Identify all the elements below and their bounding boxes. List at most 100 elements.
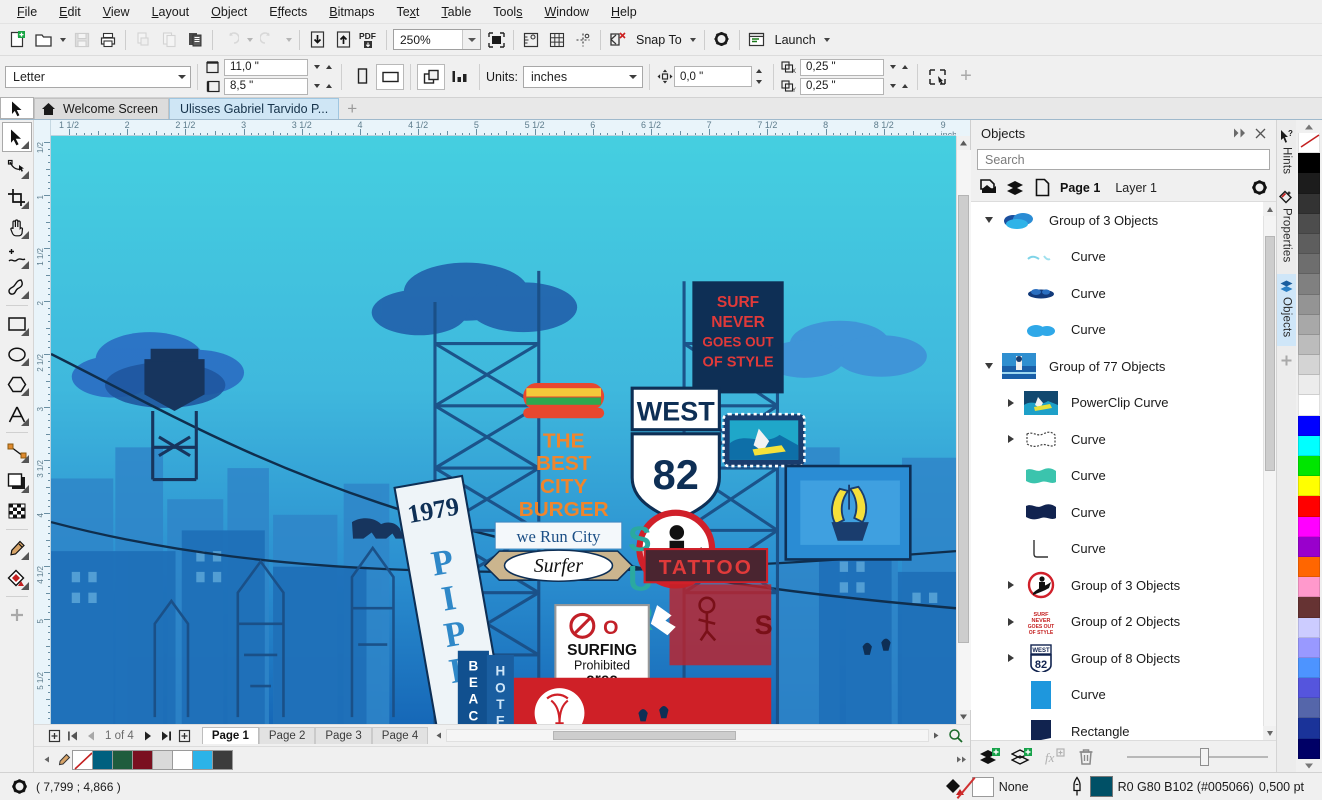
fill-none-swatch[interactable]: [972, 777, 994, 797]
object-list-item[interactable]: Curve: [971, 677, 1263, 714]
object-scroll-thumb[interactable]: [1265, 236, 1275, 471]
show-rulers-icon[interactable]: [518, 27, 544, 53]
side-tab-objects[interactable]: Objects: [1277, 274, 1297, 346]
vertical-scrollbar[interactable]: [956, 136, 970, 724]
search-box[interactable]: [977, 149, 1270, 170]
last-page-button[interactable]: [158, 727, 175, 744]
menu-bitmaps[interactable]: Bitmaps: [318, 2, 385, 22]
layer-opacity-slider[interactable]: [1127, 746, 1268, 768]
units-combo[interactable]: inches: [523, 66, 643, 88]
vertical-ruler[interactable]: 1/211 1/222 1/233 1/244 1/255 1/2: [34, 136, 51, 724]
ruler-corner[interactable]: [34, 120, 51, 136]
import-icon[interactable]: [304, 27, 330, 53]
palette-swatch[interactable]: [1298, 254, 1320, 274]
pan-tool[interactable]: [2, 212, 32, 242]
document-palette-swatch[interactable]: [112, 750, 133, 770]
launch-label[interactable]: Launch: [770, 33, 821, 47]
duplicate-x-spinner[interactable]: [887, 60, 911, 75]
copy-icon[interactable]: [156, 27, 182, 53]
page-size-combo[interactable]: Letter: [5, 66, 191, 88]
page-width-spinner[interactable]: [311, 60, 335, 75]
redo-icon[interactable]: [256, 27, 282, 53]
tab-welcome-screen[interactable]: Welcome Screen: [34, 98, 169, 119]
collapse-triangle-icon[interactable]: [979, 356, 999, 376]
undo-dropdown-caret[interactable]: [243, 27, 256, 53]
palette-swatch[interactable]: [1298, 496, 1320, 516]
document-palette-swatch[interactable]: [212, 750, 233, 770]
page-height-spinner[interactable]: [311, 79, 335, 94]
freehand-tool[interactable]: [2, 242, 32, 272]
status-options-gear-icon[interactable]: [8, 776, 30, 798]
palette-down-arrow[interactable]: [1296, 759, 1322, 772]
delete-icon[interactable]: [1075, 746, 1097, 768]
expand-triangle-icon[interactable]: [1001, 612, 1021, 632]
hscroll-track[interactable]: [446, 729, 929, 742]
palette-swatch[interactable]: [1298, 618, 1320, 638]
polygon-tool[interactable]: [2, 369, 32, 399]
palette-swatch[interactable]: [1298, 335, 1320, 355]
document-palette-swatch[interactable]: [132, 750, 153, 770]
nudge-field[interactable]: 0,0 ": [674, 66, 752, 87]
expand-triangle-icon[interactable]: [1001, 648, 1021, 668]
hscroll-thumb[interactable]: [553, 731, 736, 740]
ellipse-tool[interactable]: [2, 339, 32, 369]
palette-swatch[interactable]: [1298, 153, 1320, 173]
palette-eyedropper-icon[interactable]: [55, 751, 72, 768]
document-palette-swatch[interactable]: [72, 750, 93, 770]
object-list-item[interactable]: Group of 3 Objects: [971, 202, 1263, 239]
slider-knob[interactable]: [1200, 748, 1209, 766]
collapse-docker-icon[interactable]: [1230, 123, 1250, 143]
new-layer-icon[interactable]: [979, 746, 1001, 768]
palette-swatch[interactable]: [1298, 658, 1320, 678]
menu-table[interactable]: Table: [430, 2, 482, 22]
palette-color-list[interactable]: [1298, 133, 1320, 759]
palette-swatch[interactable]: [1298, 739, 1320, 759]
palette-swatches[interactable]: [72, 750, 232, 770]
duplicate-y-spinner[interactable]: [887, 79, 911, 94]
collapse-triangle-icon[interactable]: [979, 210, 999, 230]
save-icon[interactable]: [69, 27, 95, 53]
scroll-right-button[interactable]: [929, 729, 943, 743]
palette-swatch[interactable]: [1298, 375, 1320, 395]
object-list-item[interactable]: Curve: [971, 421, 1263, 458]
page-icon[interactable]: [1031, 177, 1053, 199]
palette-swatch[interactable]: [1298, 638, 1320, 658]
menu-text[interactable]: Text: [385, 2, 430, 22]
menu-effects[interactable]: Effects: [258, 2, 318, 22]
palette-swatch[interactable]: [1298, 517, 1320, 537]
units-caret[interactable]: [625, 67, 642, 87]
page-tab-4[interactable]: Page 4: [372, 727, 428, 744]
nudge-spinner[interactable]: [752, 66, 767, 87]
launch-caret[interactable]: [821, 27, 834, 53]
palette-swatch[interactable]: [1298, 315, 1320, 335]
artistic-media-tool[interactable]: [2, 272, 32, 302]
new-master-layer-icon[interactable]: [1011, 746, 1033, 768]
menu-window[interactable]: Window: [533, 2, 599, 22]
previous-page-button[interactable]: [82, 727, 99, 744]
palette-scroll-left[interactable]: [38, 751, 55, 768]
snap-to-icon[interactable]: [605, 27, 631, 53]
object-list-item[interactable]: Rectangle: [971, 713, 1263, 740]
object-scroll-track[interactable]: [1264, 216, 1277, 726]
search-input[interactable]: [985, 153, 1262, 167]
close-icon[interactable]: [1250, 123, 1270, 143]
show-guides-icon[interactable]: [570, 27, 596, 53]
text-tool[interactable]: [2, 399, 32, 429]
scroll-up-button[interactable]: [957, 136, 971, 150]
outline-color-swatch[interactable]: [1090, 776, 1113, 797]
dimension-tool[interactable]: [2, 436, 32, 466]
object-scroll-down[interactable]: [1263, 726, 1276, 740]
expand-triangle-icon[interactable]: [1001, 575, 1021, 595]
export-icon[interactable]: [330, 27, 356, 53]
object-list-item[interactable]: WEST82Group of 8 Objects: [971, 640, 1263, 677]
palette-swatch[interactable]: [1298, 194, 1320, 214]
scroll-down-button[interactable]: [957, 710, 971, 724]
docker-page-label[interactable]: Page 1: [1060, 181, 1100, 195]
palette-swatch[interactable]: [1298, 678, 1320, 698]
palette-swatch[interactable]: [1298, 133, 1320, 153]
object-list[interactable]: Group of 3 ObjectsCurveCurveCurveGroup o…: [971, 202, 1276, 740]
zoom-level-combo[interactable]: 250%: [393, 29, 481, 50]
zoom-dropdown-caret[interactable]: [462, 30, 480, 49]
document-palette-swatch[interactable]: [172, 750, 193, 770]
palette-swatch[interactable]: [1298, 234, 1320, 254]
